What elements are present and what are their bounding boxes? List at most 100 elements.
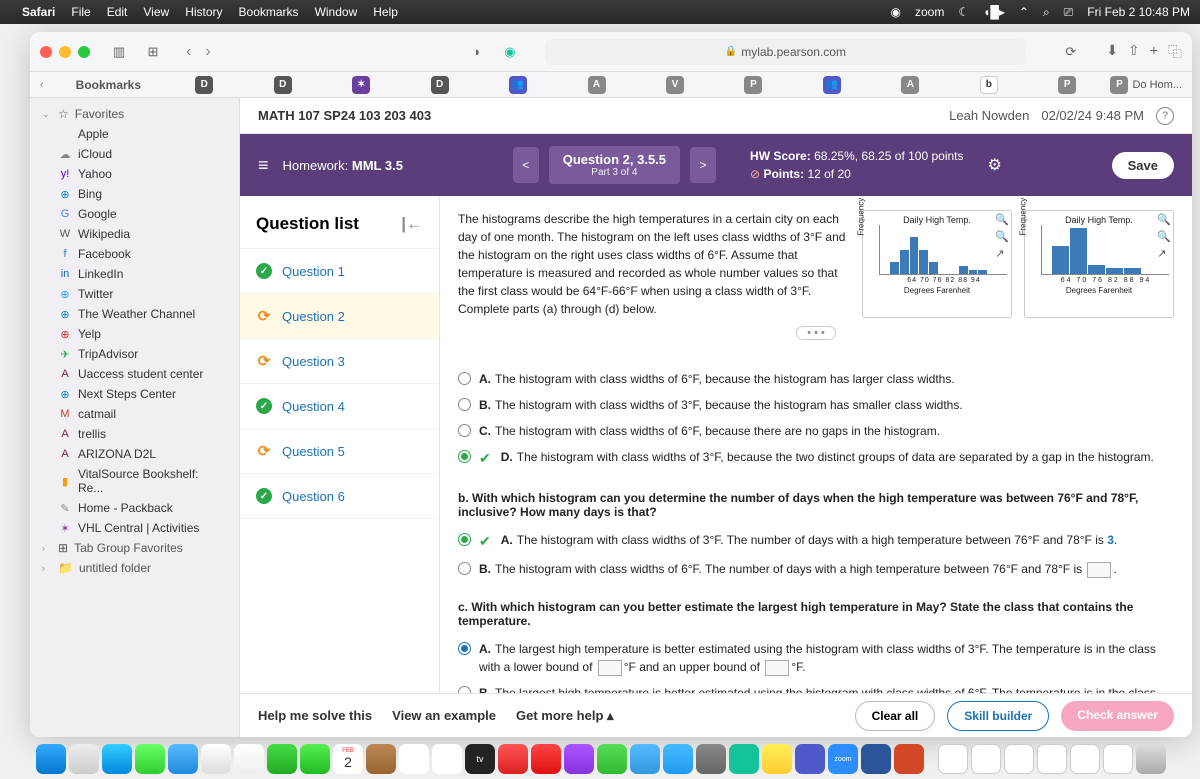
help-icon[interactable]: ? — [1156, 107, 1174, 125]
bookmark-item[interactable]: ▮VitalSource Bookshelf: Re... — [30, 464, 239, 498]
answer-choice[interactable]: A.The largest high temperature is better… — [458, 636, 1174, 680]
bookmark-item[interactable]: ⊕Yelp — [30, 324, 239, 344]
settings-icon[interactable]: ⚙ — [988, 155, 1002, 175]
doc-icon[interactable] — [1103, 744, 1133, 774]
menu-view[interactable]: View — [143, 5, 169, 19]
answer-choice[interactable]: ✔A.The histogram with class widths of 3°… — [458, 527, 1174, 556]
tab-icon[interactable]: A — [588, 76, 606, 94]
hamburger-icon[interactable]: ≡ — [258, 155, 269, 176]
trash-icon[interactable] — [1136, 744, 1166, 774]
downloads-icon[interactable]: ⬇ — [1106, 42, 1118, 62]
podcasts-icon[interactable] — [564, 744, 594, 774]
launchpad-icon[interactable] — [69, 744, 99, 774]
menu-window[interactable]: Window — [315, 5, 358, 19]
powerpoint-icon[interactable] — [894, 744, 924, 774]
share-icon[interactable]: ⇧ — [1128, 42, 1140, 62]
bookmark-item[interactable]: Apple — [30, 124, 239, 144]
bookmark-item[interactable]: ⊕Twitter — [30, 284, 239, 304]
numbers-icon[interactable] — [597, 744, 627, 774]
doc-icon[interactable] — [1004, 744, 1034, 774]
clock[interactable]: Fri Feb 2 10:48 PM — [1087, 5, 1190, 19]
tab-icon[interactable]: b — [980, 76, 998, 94]
bookmarks-back-icon[interactable]: ‹ — [40, 79, 44, 91]
answer-choice[interactable]: C.The histogram with class widths of 6°F… — [458, 418, 1174, 444]
bookmark-item[interactable]: Atrellis — [30, 424, 239, 444]
favorites-header[interactable]: ⌄☆Favorites — [30, 104, 239, 124]
collapse-icon[interactable]: |← — [401, 214, 423, 234]
battery-icon[interactable]: ◖█▸ — [983, 5, 1005, 19]
bookmark-item[interactable]: WWikipedia — [30, 224, 239, 244]
doc-icon[interactable] — [1037, 744, 1067, 774]
tab-icon[interactable]: 👥 — [823, 76, 841, 94]
menu-help[interactable]: Help — [373, 5, 398, 19]
answer-choice[interactable]: ✔D.The histogram with class widths of 3°… — [458, 444, 1174, 473]
bookmark-item[interactable]: ✎Home - Packback — [30, 498, 239, 518]
maps-icon[interactable] — [201, 744, 231, 774]
question-list-item[interactable]: ✓Question 1 — [240, 249, 439, 294]
bookmark-item[interactable]: ⊕The Weather Channel — [30, 304, 239, 324]
tab-icon[interactable]: P — [744, 76, 762, 94]
view-example-button[interactable]: View an example — [392, 708, 496, 723]
safari-icon[interactable] — [102, 744, 132, 774]
reload-button[interactable]: ⟳ — [1058, 41, 1084, 63]
tv-icon[interactable]: tv — [465, 744, 495, 774]
zoom-app-icon[interactable]: zoom — [828, 744, 858, 774]
doc-icon[interactable] — [971, 744, 1001, 774]
freeform-icon[interactable] — [432, 744, 462, 774]
expand-icon[interactable]: • • • — [796, 326, 836, 340]
tab-icon[interactable]: D — [274, 76, 292, 94]
bookmark-item[interactable]: AARIZONA D2L — [30, 444, 239, 464]
calendar-icon[interactable]: FEB2 — [333, 744, 363, 774]
next-question-button[interactable]: > — [690, 147, 716, 183]
doc-icon[interactable] — [1070, 744, 1100, 774]
moon-icon[interactable]: ☾ — [958, 5, 969, 19]
tab-icon[interactable]: 👥 — [509, 76, 527, 94]
tab-icon[interactable]: D — [431, 76, 449, 94]
findmy-icon[interactable] — [267, 744, 297, 774]
wifi-icon[interactable]: ⌃ — [1019, 5, 1029, 19]
news-icon[interactable] — [531, 744, 561, 774]
close-window-button[interactable] — [40, 46, 52, 58]
bookmark-item[interactable]: inLinkedIn — [30, 264, 239, 284]
music-icon[interactable] — [498, 744, 528, 774]
active-tab-label[interactable]: PDo Hom... — [1110, 76, 1182, 94]
answer-choice[interactable]: B.The largest high temperature is better… — [458, 680, 1174, 693]
grammarly-app-icon[interactable] — [729, 744, 759, 774]
tab-icon[interactable]: D — [195, 76, 213, 94]
traffic-lights[interactable] — [40, 46, 90, 58]
bookmark-item[interactable]: Mcatmail — [30, 404, 239, 424]
contacts-icon[interactable] — [366, 744, 396, 774]
bookmark-item[interactable]: y!Yahoo — [30, 164, 239, 184]
control-center-icon[interactable]: ⎚ — [1064, 5, 1074, 20]
keynote-icon[interactable] — [630, 744, 660, 774]
bookmark-item[interactable]: ✶VHL Central | Activities — [30, 518, 239, 538]
appstore-icon[interactable] — [663, 744, 693, 774]
bookmark-item[interactable]: fFacebook — [30, 244, 239, 264]
question-list-item[interactable]: ✓Question 6 — [240, 474, 439, 519]
photos-icon[interactable] — [234, 744, 264, 774]
untitled-folder[interactable]: ›📁untitled folder — [30, 558, 239, 578]
tab-icon[interactable]: ✶ — [352, 76, 370, 94]
question-list-item[interactable]: ⟳Question 3 — [240, 339, 439, 384]
tab-icon[interactable]: V — [666, 76, 684, 94]
messages-icon[interactable] — [135, 744, 165, 774]
sidebar-toggle-button[interactable]: ▥ — [106, 41, 132, 63]
mail-icon[interactable] — [168, 744, 198, 774]
menu-file[interactable]: File — [71, 5, 90, 19]
back-button[interactable]: ‹ — [180, 41, 197, 63]
tab-icon[interactable]: A — [901, 76, 919, 94]
question-list-item[interactable]: ⟳Question 2 — [240, 294, 439, 339]
zoom-status-icon[interactable]: ◉ — [891, 5, 901, 19]
save-button[interactable]: Save — [1112, 152, 1174, 179]
word-icon[interactable] — [861, 744, 891, 774]
settings-icon[interactable] — [696, 744, 726, 774]
question-list-item[interactable]: ⟳Question 5 — [240, 429, 439, 474]
facetime-icon[interactable] — [300, 744, 330, 774]
prev-question-button[interactable]: < — [513, 147, 539, 183]
tab-group-button[interactable]: ⊞ — [140, 41, 166, 63]
address-bar[interactable]: 🔒 mylab.pearson.com — [545, 39, 1025, 65]
teams-icon[interactable] — [795, 744, 825, 774]
menu-history[interactable]: History — [185, 5, 222, 19]
shield-icon[interactable]: ◑ — [463, 41, 489, 63]
tabs-icon[interactable]: ⿻ — [1168, 42, 1182, 62]
